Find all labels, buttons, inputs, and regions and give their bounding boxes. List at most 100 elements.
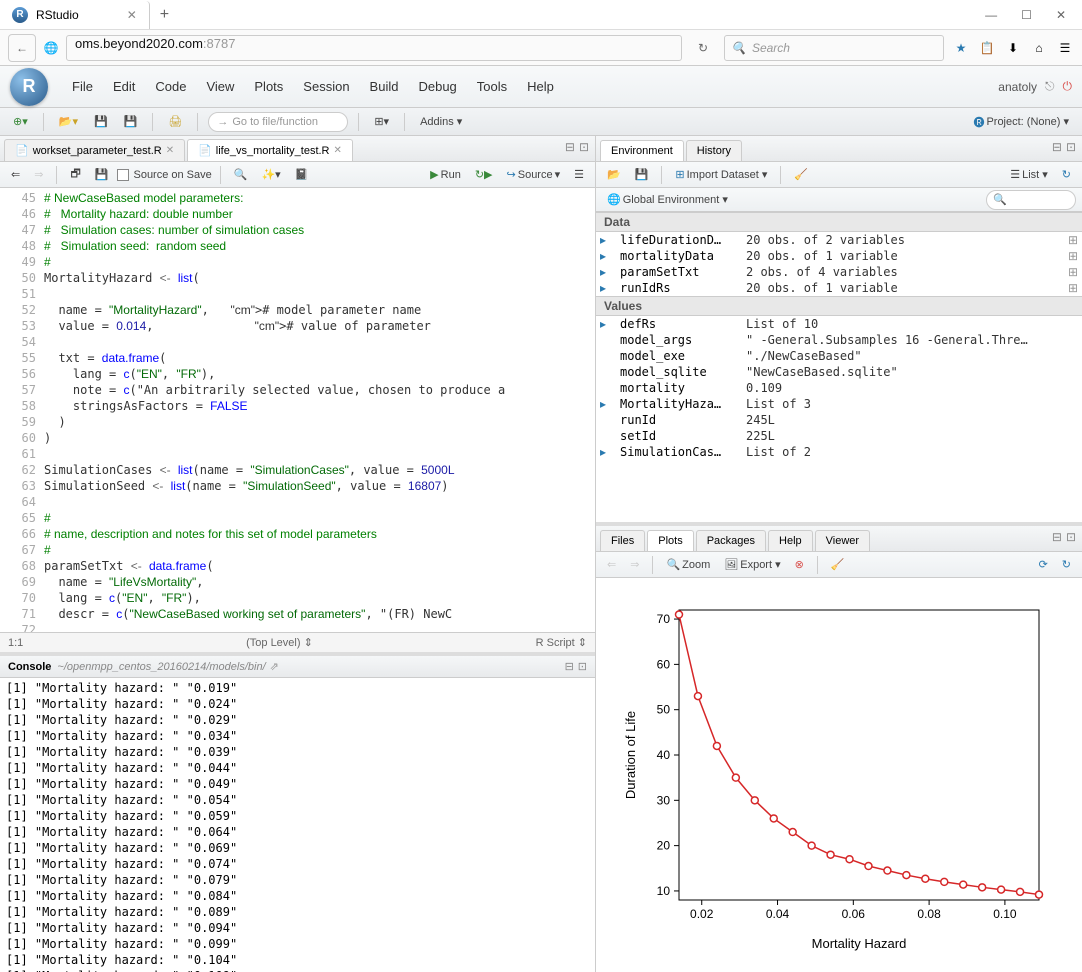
import-dataset-button[interactable]: ⊞Import Dataset ▾ bbox=[670, 165, 772, 185]
window-close-icon[interactable]: ✕ bbox=[1056, 8, 1066, 22]
console-wd-icon[interactable]: ⇗ bbox=[270, 660, 279, 673]
minimize-env-icon[interactable]: ⊟ bbox=[1052, 140, 1062, 154]
menu-tools[interactable]: Tools bbox=[467, 79, 517, 94]
addins-button[interactable]: Addins ▾ bbox=[415, 112, 467, 132]
wand-icon[interactable]: ✨▾ bbox=[256, 165, 285, 185]
menu-code[interactable]: Code bbox=[145, 79, 196, 94]
env-row[interactable]: ▸lifeDurationD…20 obs. of 2 variables⊞ bbox=[596, 232, 1082, 248]
list-view-button[interactable]: ☰ List ▾ bbox=[1005, 165, 1053, 185]
run-button[interactable]: ▶Run bbox=[425, 165, 466, 185]
tab-packages[interactable]: Packages bbox=[696, 530, 766, 551]
env-list[interactable]: Data▸lifeDurationD…20 obs. of 2 variable… bbox=[596, 212, 1082, 522]
env-row[interactable]: ▸defRsList of 10 bbox=[596, 316, 1082, 332]
goto-file-input[interactable]: →Go to file/function bbox=[208, 112, 348, 132]
menu-icon[interactable]: ☰ bbox=[1056, 39, 1074, 57]
scope-selector[interactable]: 🌐 Global Environment ▾ bbox=[602, 190, 733, 210]
power-icon[interactable]: ⏻ bbox=[1063, 79, 1073, 94]
source-on-save-checkbox[interactable] bbox=[117, 169, 129, 181]
menu-debug[interactable]: Debug bbox=[408, 79, 466, 94]
scope-indicator[interactable]: (Top Level) ⇕ bbox=[246, 636, 313, 649]
env-row[interactable]: setId225L bbox=[596, 428, 1082, 444]
signout-icon[interactable]: ⎋ bbox=[1045, 79, 1055, 94]
grid-view-button[interactable]: ⊞▾ bbox=[369, 112, 394, 132]
env-row[interactable]: model_args" -General.Subsamples 16 -Gene… bbox=[596, 332, 1082, 348]
maximize-env-icon[interactable]: ⊡ bbox=[1066, 140, 1076, 154]
console-output[interactable]: [1] "Mortality hazard: " "0.019" [1] "Mo… bbox=[0, 678, 595, 972]
menu-edit[interactable]: Edit bbox=[103, 79, 145, 94]
outline-icon[interactable]: ☰ bbox=[569, 165, 589, 185]
save-env-icon[interactable]: 💾 bbox=[630, 165, 654, 185]
tab-files[interactable]: Files bbox=[600, 530, 645, 551]
new-tab-button[interactable]: + bbox=[150, 6, 179, 24]
open-file-button[interactable]: 📂▾ bbox=[54, 112, 83, 132]
refresh-plot-icon[interactable]: ↻ bbox=[1057, 555, 1076, 575]
show-in-new-icon[interactable]: 🗗 bbox=[65, 165, 85, 185]
publish-plot-icon[interactable]: ⟳ bbox=[1034, 555, 1053, 575]
grid-icon[interactable]: ⊞ bbox=[1068, 281, 1078, 295]
env-row[interactable]: ▸mortalityData20 obs. of 1 variable⊞ bbox=[596, 248, 1082, 264]
grid-icon[interactable]: ⊞ bbox=[1068, 265, 1078, 279]
lang-indicator[interactable]: R Script ⇕ bbox=[536, 636, 587, 649]
url-field[interactable]: oms.beyond2020.com:8787 bbox=[66, 35, 682, 61]
maximize-pane-icon[interactable]: ⊡ bbox=[579, 140, 589, 154]
minimize-plots-icon[interactable]: ⊟ bbox=[1052, 530, 1062, 544]
close-tab-icon[interactable]: ✕ bbox=[334, 145, 342, 156]
prev-plot-icon[interactable]: ⇐ bbox=[602, 555, 621, 575]
rerun-button[interactable]: ↻▶ bbox=[470, 165, 498, 185]
browser-tab[interactable]: R RStudio ✕ bbox=[0, 1, 150, 29]
window-maximize-icon[interactable]: ☐ bbox=[1021, 8, 1032, 22]
save-button[interactable]: 💾 bbox=[89, 112, 113, 132]
home-icon[interactable]: ⌂ bbox=[1030, 39, 1048, 57]
back-button[interactable]: ← bbox=[8, 34, 36, 62]
menu-session[interactable]: Session bbox=[293, 79, 359, 94]
reload-icon[interactable]: ↻ bbox=[690, 35, 716, 61]
env-row[interactable]: mortality0.109 bbox=[596, 380, 1082, 396]
tab-environment[interactable]: Environment bbox=[600, 140, 684, 161]
menu-view[interactable]: View bbox=[196, 79, 244, 94]
env-row[interactable]: ▸MortalityHaza…List of 3 bbox=[596, 396, 1082, 412]
bookmark-star-icon[interactable]: ★ bbox=[952, 39, 970, 57]
tab-history[interactable]: History bbox=[686, 140, 742, 161]
env-row[interactable]: ▸runIdRs20 obs. of 1 variable⊞ bbox=[596, 280, 1082, 296]
env-row[interactable]: model_sqlite"NewCaseBased.sqlite" bbox=[596, 364, 1082, 380]
menu-build[interactable]: Build bbox=[360, 79, 409, 94]
clear-env-icon[interactable]: 🧹 bbox=[789, 165, 813, 185]
zoom-button[interactable]: 🔍 Zoom bbox=[661, 555, 715, 575]
refresh-env-icon[interactable]: ↻ bbox=[1057, 165, 1076, 185]
delete-plot-icon[interactable]: ⊗ bbox=[790, 555, 809, 575]
tab-plots[interactable]: Plots bbox=[647, 530, 693, 551]
grid-icon[interactable]: ⊞ bbox=[1068, 249, 1078, 263]
maximize-plots-icon[interactable]: ⊡ bbox=[1066, 530, 1076, 544]
maximize-console-icon[interactable]: ⊡ bbox=[578, 660, 587, 673]
source-tab[interactable]: 📄workset_parameter_test.R✕ bbox=[4, 139, 185, 161]
env-row[interactable]: ▸SimulationCas…List of 2 bbox=[596, 444, 1082, 460]
tab-viewer[interactable]: Viewer bbox=[815, 530, 870, 551]
menu-plots[interactable]: Plots bbox=[244, 79, 293, 94]
print-button[interactable]: 🖨 bbox=[163, 112, 187, 132]
back-nav-icon[interactable]: ⇐ bbox=[6, 165, 25, 185]
save-all-button[interactable]: 💾 bbox=[119, 112, 143, 132]
open-env-icon[interactable]: 📂 bbox=[602, 165, 626, 185]
fwd-nav-icon[interactable]: ⇒ bbox=[29, 165, 48, 185]
download-icon[interactable]: ⬇ bbox=[1004, 39, 1022, 57]
search-field[interactable]: 🔍 Search bbox=[724, 35, 944, 61]
minimize-pane-icon[interactable]: ⊟ bbox=[565, 140, 575, 154]
env-row[interactable]: ▸paramSetTxt2 obs. of 4 variables⊞ bbox=[596, 264, 1082, 280]
tab-help[interactable]: Help bbox=[768, 530, 813, 551]
clear-plots-icon[interactable]: 🧹 bbox=[826, 555, 850, 575]
env-row[interactable]: runId245L bbox=[596, 412, 1082, 428]
find-icon[interactable]: 🔍 bbox=[229, 165, 253, 185]
clipboard-icon[interactable]: 📋 bbox=[978, 39, 996, 57]
next-plot-icon[interactable]: ⇒ bbox=[625, 555, 644, 575]
menu-help[interactable]: Help bbox=[517, 79, 564, 94]
save-source-icon[interactable]: 💾 bbox=[90, 165, 114, 185]
source-tab[interactable]: 📄life_vs_mortality_test.R✕ bbox=[187, 139, 353, 161]
menu-file[interactable]: File bbox=[62, 79, 103, 94]
new-file-button[interactable]: ⊕▾ bbox=[8, 112, 33, 132]
window-minimize-icon[interactable]: — bbox=[985, 8, 997, 22]
code-editor[interactable]: 45 46 47 48 49 50 51 52 53 54 55 56 57 5… bbox=[0, 188, 595, 632]
tab-close-icon[interactable]: ✕ bbox=[127, 8, 137, 22]
source-button[interactable]: ↪Source ▾ bbox=[502, 165, 566, 185]
compile-icon[interactable]: 📓 bbox=[290, 165, 314, 185]
close-tab-icon[interactable]: ✕ bbox=[166, 145, 174, 156]
